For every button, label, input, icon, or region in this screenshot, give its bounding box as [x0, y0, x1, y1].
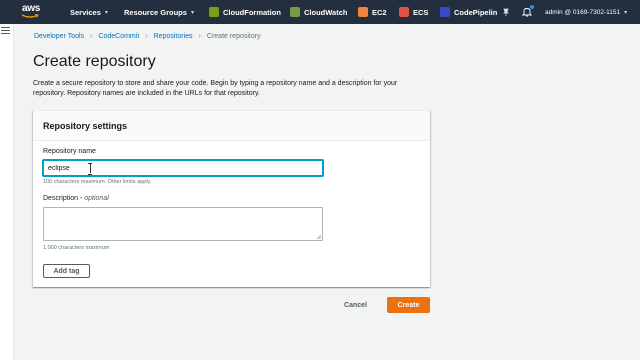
repository-name-input[interactable]	[43, 160, 323, 176]
notifications-bell-icon[interactable]	[522, 0, 534, 24]
chevron-right-icon: ›	[198, 33, 201, 40]
repository-name-label: Repository name	[43, 148, 96, 155]
pinned-label: CloudFormation	[223, 7, 281, 17]
cloudformation-icon	[209, 7, 219, 17]
pin-icon[interactable]	[502, 0, 510, 24]
description-label-text: Description	[43, 195, 79, 202]
notification-dot	[530, 5, 534, 9]
optional-tag: optional	[84, 195, 109, 202]
breadcrumb-developer-tools[interactable]: Developer Tools	[34, 33, 84, 40]
cloudwatch-icon	[290, 7, 300, 17]
create-button[interactable]: Create	[387, 297, 430, 313]
pinned-label: EC2	[372, 7, 387, 17]
pinned-label: CodePipelin	[454, 7, 498, 17]
pinned-cloudformation[interactable]: CloudFormation	[209, 0, 281, 24]
chevron-down-icon: ▾	[104, 9, 108, 16]
page-description: Create a secure repository to store and …	[33, 80, 398, 97]
pinned-label: CloudWatch	[304, 7, 348, 17]
resize-handle-icon[interactable]	[316, 234, 322, 240]
chevron-right-icon: ›	[145, 33, 148, 40]
account-menu[interactable]: admin @ 0169-7302-1151 ▾	[545, 0, 627, 24]
description-hint: 1,000 characters maximum	[43, 245, 110, 251]
resource-groups-label: Resource Groups	[124, 7, 187, 17]
pinned-label: ECS	[413, 7, 429, 17]
breadcrumb-current: Create repository	[206, 33, 261, 40]
ec2-icon	[358, 7, 368, 17]
breadcrumb: Developer Tools › CodeCommit › Repositor…	[34, 33, 261, 40]
ecs-icon	[399, 7, 409, 17]
pinned-ec2[interactable]: EC2	[358, 0, 387, 24]
side-navigation-strip	[0, 24, 14, 360]
chevron-down-icon: ▾	[624, 9, 628, 16]
top-navigation: aws Services ▾ Resource Groups ▾ CloudFo…	[0, 0, 640, 24]
cancel-button[interactable]: Cancel	[338, 297, 373, 313]
text-cursor-icon	[88, 163, 92, 175]
description-label: Description - optional	[43, 195, 109, 202]
codepipeline-icon	[440, 7, 450, 17]
description-textarea[interactable]	[43, 207, 323, 241]
menu-icon[interactable]	[1, 27, 10, 36]
pinned-ecs[interactable]: ECS	[399, 0, 428, 24]
chevron-right-icon: ›	[90, 33, 93, 40]
services-label: Services	[70, 7, 101, 17]
resource-groups-menu[interactable]: Resource Groups ▾	[124, 0, 194, 24]
pinned-cloudwatch[interactable]: CloudWatch	[290, 0, 347, 24]
aws-logo[interactable]: aws	[20, 2, 44, 22]
services-menu[interactable]: Services ▾	[70, 0, 108, 24]
page-title: Create repository	[33, 53, 156, 70]
account-label: admin @ 0169-7302-1151	[545, 8, 621, 16]
breadcrumb-codecommit[interactable]: CodeCommit	[98, 33, 139, 40]
panel-title: Repository settings	[43, 121, 128, 131]
repository-settings-panel: Repository settings Repository name 100 …	[33, 110, 430, 287]
panel-header: Repository settings	[33, 111, 430, 141]
chevron-down-icon: ▾	[190, 9, 194, 16]
add-tag-button[interactable]: Add tag	[43, 264, 90, 278]
repository-name-hint: 100 characters maximum. Other limits app…	[43, 179, 152, 185]
breadcrumb-repositories[interactable]: Repositories	[154, 33, 193, 40]
pinned-codepipeline[interactable]: CodePipelin	[440, 0, 497, 24]
